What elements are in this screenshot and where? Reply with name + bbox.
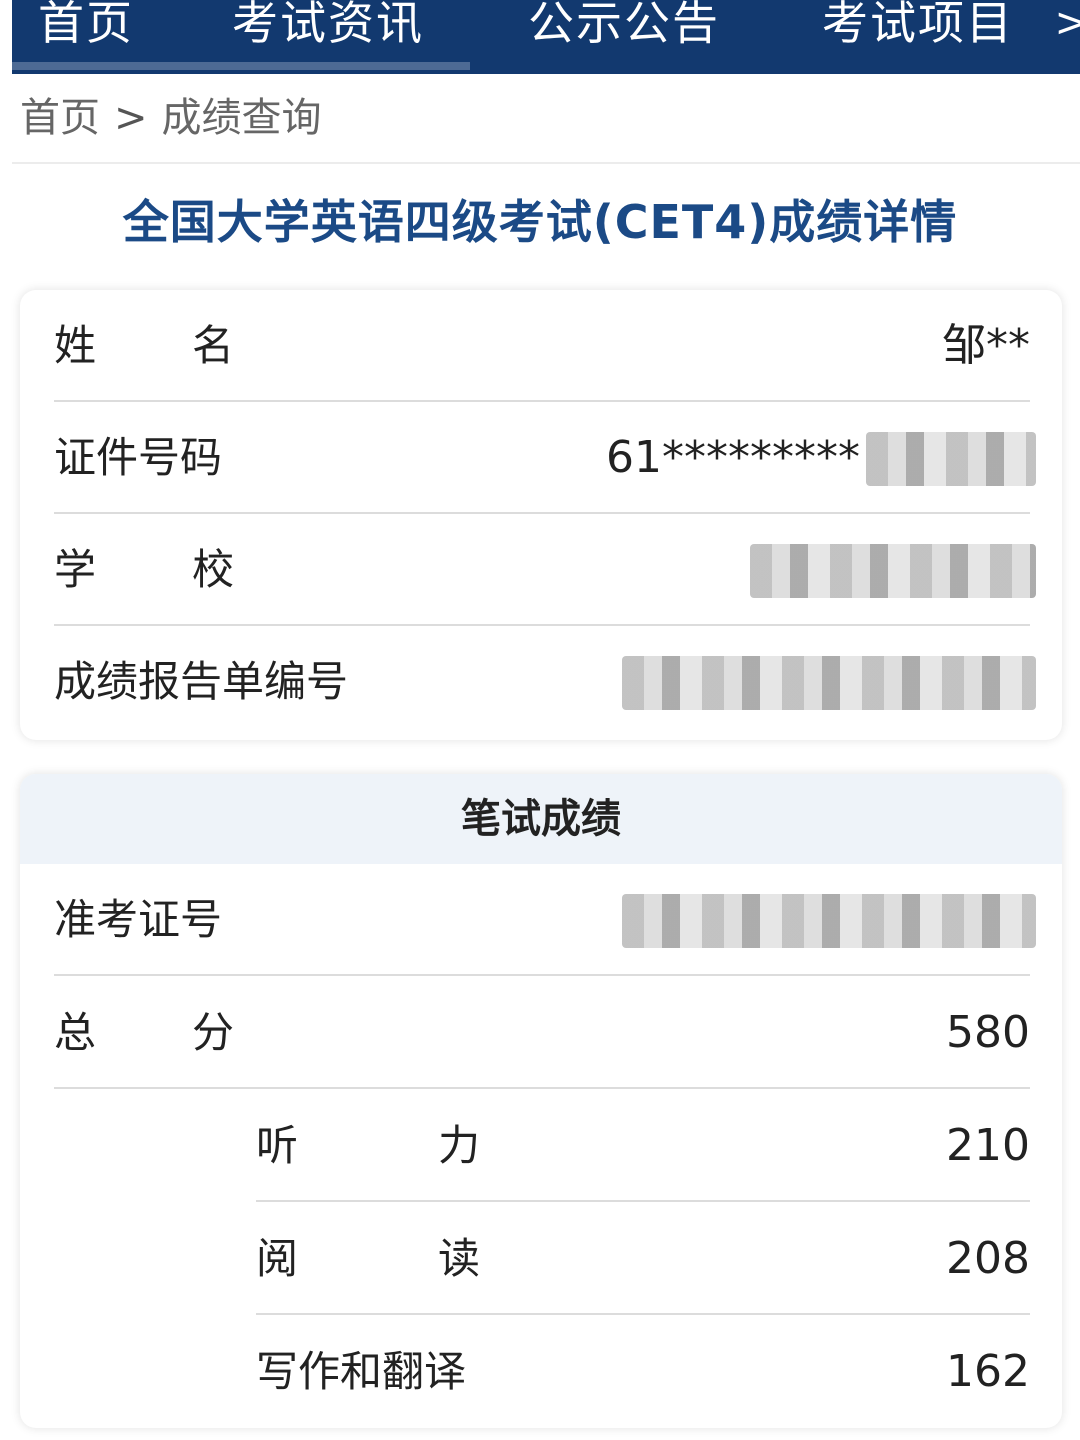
row-divider xyxy=(54,974,1030,976)
nav-item-announcements[interactable]: 公示公告 xyxy=(528,0,720,60)
total-score-label: 总分 xyxy=(54,1008,331,1057)
row-divider xyxy=(256,1313,1030,1315)
breadcrumb-home[interactable]: 首页 xyxy=(20,88,100,148)
id-number-value: 61********* xyxy=(606,432,860,483)
written-score-card: 笔试成绩 准考证号 总分 580 听力 210 阅读 208 写作和翻译 162 xyxy=(20,774,1062,1428)
top-navigation-bar: 首页 考试资讯 公示公告 考试项目 > xyxy=(12,0,1080,74)
row-divider xyxy=(256,1200,1030,1202)
score-row-ticket: 准考证号 xyxy=(54,864,1036,976)
redacted-report-number xyxy=(622,656,1036,710)
score-row-listening: 听力 210 xyxy=(256,1090,1030,1202)
redacted-ticket-number xyxy=(622,894,1036,948)
redacted-school-name xyxy=(750,544,1036,598)
report-number-label: 成绩报告单编号 xyxy=(54,657,349,706)
name-label: 姓名 xyxy=(54,321,331,370)
breadcrumb-current: 成绩查询 xyxy=(161,95,322,141)
breadcrumb-divider xyxy=(12,162,1080,164)
row-divider xyxy=(54,1087,1030,1089)
nav-active-indicator xyxy=(12,62,470,70)
nav-more-chevron-icon[interactable]: > xyxy=(1054,0,1080,60)
page-title: 全国大学英语四级考试(CET4)成绩详情 xyxy=(122,195,958,249)
breadcrumb-separator: > xyxy=(114,95,148,141)
info-row-id: 证件号码 61********* xyxy=(54,402,1036,514)
reading-score-value: 208 xyxy=(946,1233,1030,1284)
score-row-total: 总分 580 xyxy=(54,977,1030,1089)
nav-item-exam-news[interactable]: 考试资讯 xyxy=(232,0,424,60)
redacted-id-number xyxy=(866,432,1036,486)
writing-translation-score-value: 162 xyxy=(946,1346,1030,1397)
breadcrumb: 首页 > 成绩查询 xyxy=(20,88,322,148)
writing-translation-label: 写作和翻译 xyxy=(256,1347,467,1396)
info-row-report-number: 成绩报告单编号 xyxy=(54,626,1036,738)
listening-score-value: 210 xyxy=(946,1120,1030,1171)
listening-label: 听力 xyxy=(256,1121,621,1170)
total-score-value: 580 xyxy=(946,1007,1030,1058)
info-row-name: 姓名 邹** xyxy=(54,290,1030,402)
info-row-school: 学校 xyxy=(54,514,1036,626)
id-number-label: 证件号码 xyxy=(54,433,223,482)
name-value: 邹** xyxy=(942,320,1030,371)
reading-label: 阅读 xyxy=(256,1234,621,1283)
nav-item-home[interactable]: 首页 xyxy=(38,0,134,60)
score-row-writing-translation: 写作和翻译 162 xyxy=(256,1316,1030,1428)
written-score-header: 笔试成绩 xyxy=(20,774,1062,864)
ticket-number-label: 准考证号 xyxy=(54,895,223,944)
score-row-reading: 阅读 208 xyxy=(256,1203,1030,1315)
school-label: 学校 xyxy=(54,545,331,594)
nav-item-exam-projects[interactable]: 考试项目 xyxy=(822,0,1014,60)
candidate-info-card: 姓名 邹** 证件号码 61********* 学校 成绩报告单编号 xyxy=(20,290,1062,740)
